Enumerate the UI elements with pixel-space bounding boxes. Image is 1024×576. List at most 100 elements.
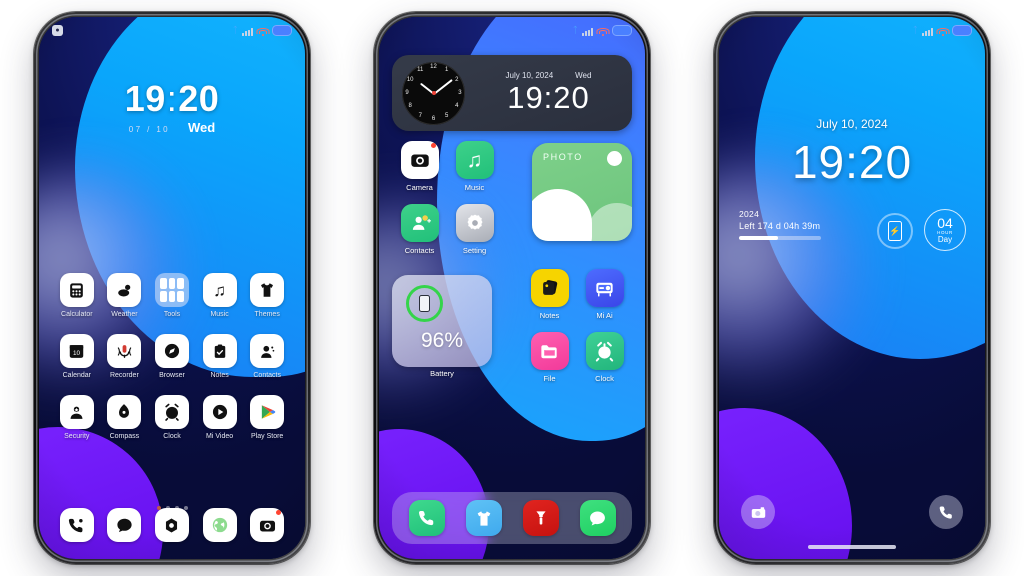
app-label: Contacts xyxy=(404,246,435,255)
app-music[interactable]: ♫ Music xyxy=(455,141,494,192)
tools-folder-icon xyxy=(154,273,189,307)
app-label: Contacts xyxy=(253,372,281,379)
battery-icon xyxy=(952,24,972,36)
photo-widget[interactable]: PHOTO xyxy=(532,143,632,241)
dock-phone-icon[interactable] xyxy=(408,500,445,536)
photo-widget-dot xyxy=(607,151,622,166)
signal-bars-icon xyxy=(922,27,933,36)
themes-tshirt-icon xyxy=(250,273,285,307)
app-browser[interactable]: Browser xyxy=(148,334,196,379)
app-tools[interactable]: Tools xyxy=(148,273,196,318)
widget-day: Wed xyxy=(575,70,592,80)
calculator-icon xyxy=(59,273,94,307)
signal-bars-icon xyxy=(242,27,253,36)
lock-date: July 10, 2024 xyxy=(816,117,888,131)
status-bar: ● ᛏ xyxy=(39,17,305,43)
home-indicator[interactable] xyxy=(808,545,896,549)
minute-hand xyxy=(432,79,453,95)
day-badge-label: Day xyxy=(937,235,953,245)
screen-home-clock[interactable]: ● ᛏ 19:20 07 / 10 Wed Calculator Weather… xyxy=(39,17,305,559)
weather-icon xyxy=(107,273,142,307)
app-mi-ai[interactable]: Mi Ai xyxy=(585,269,624,320)
dock xyxy=(392,492,632,544)
lock-camera-shortcut[interactable] xyxy=(741,495,775,529)
day-badge-number: 04 xyxy=(937,214,953,231)
app-clock[interactable]: Clock xyxy=(585,332,624,383)
app-calculator[interactable]: Calculator xyxy=(53,273,101,318)
alarm-clock-icon xyxy=(154,395,189,429)
app-contacts[interactable]: Contacts xyxy=(243,334,291,379)
music-note-icon: ♫ xyxy=(202,273,237,307)
app-label: Clock xyxy=(163,433,181,440)
battery-widget-label: Battery xyxy=(430,369,454,378)
dock-globe-icon[interactable] xyxy=(202,508,237,542)
recorder-microphone-icon xyxy=(107,334,142,368)
analog-clock: 12 1 2 3 4 5 6 7 8 9 10 11 xyxy=(402,61,465,125)
dock-flashlight-icon[interactable] xyxy=(522,500,559,536)
app-label: Clock xyxy=(595,374,614,383)
app-mi-video[interactable]: Mi Video xyxy=(196,395,244,440)
dock-phone-icon[interactable] xyxy=(59,508,94,542)
app-clock[interactable]: Clock xyxy=(148,395,196,440)
countdown-year: 2024 xyxy=(739,209,760,219)
widget-date: July 10, 2024 xyxy=(505,70,554,80)
person-badge-icon: ● xyxy=(52,24,63,36)
app-label: Music xyxy=(464,183,485,192)
photo-widget-title: PHOTO xyxy=(543,152,583,162)
dock-themes-icon[interactable] xyxy=(465,500,502,536)
app-weather[interactable]: Weather xyxy=(101,273,149,318)
app-calendar[interactable]: 10 Calendar xyxy=(53,334,101,379)
phone-lock-screen: ᛏ July 10, 2024 19:20 2024 Left 174 d 04… xyxy=(714,12,990,564)
app-file[interactable]: File xyxy=(530,332,569,383)
app-setting[interactable]: Setting xyxy=(455,204,494,255)
dock-settings-icon[interactable] xyxy=(154,508,189,542)
app-notes[interactable]: Notes xyxy=(530,269,569,320)
battery-ring xyxy=(406,285,443,322)
countdown-remaining: Left 174 d 04h 39m xyxy=(739,221,821,231)
dock-messages-icon[interactable] xyxy=(579,500,616,536)
app-label: Notes xyxy=(210,372,229,379)
clock-widget[interactable]: 19:20 07 / 10 Wed xyxy=(39,81,305,136)
screen-home-widgets[interactable]: ᛏ 12 1 2 3 4 5 6 7 8 9 10 11 July 10, 20… xyxy=(379,17,645,559)
contacts-add-icon xyxy=(400,204,439,242)
photo-widget-shape-white xyxy=(532,189,592,241)
lock-phone-shortcut[interactable] xyxy=(929,495,963,529)
app-label: Browser xyxy=(159,372,185,379)
screen-lock[interactable]: ᛏ July 10, 2024 19:20 2024 Left 174 d 04… xyxy=(719,17,985,559)
app-themes[interactable]: Themes xyxy=(243,273,291,318)
app-label: Tools xyxy=(163,311,181,318)
alarm-clock-icon xyxy=(585,332,624,370)
dock-messages-icon[interactable] xyxy=(107,508,142,542)
phone-charging-icon: ⚡ xyxy=(888,221,902,241)
app-contacts[interactable]: Contacts xyxy=(400,204,439,255)
calendar-icon: 10 xyxy=(59,334,94,368)
clock-day: Wed xyxy=(188,120,216,135)
app-recorder[interactable]: Recorder xyxy=(101,334,149,379)
day-badge-widget[interactable]: 04 HOUR Day xyxy=(924,209,966,251)
year-countdown-widget[interactable]: 2024 Left 174 d 04h 39m xyxy=(739,209,821,240)
security-shield-icon xyxy=(59,395,94,429)
app-label: Mi Video xyxy=(206,433,234,440)
notes-clipboard-icon xyxy=(202,334,237,368)
app-play-store[interactable]: Play Store xyxy=(243,395,291,440)
clock-center-pin xyxy=(431,91,436,95)
clock-widget-card[interactable]: 12 1 2 3 4 5 6 7 8 9 10 11 July 10, 2024… xyxy=(392,55,632,131)
battery-icon xyxy=(272,24,292,36)
battery-ring-widget[interactable]: ⚡ xyxy=(877,213,913,249)
app-music[interactable]: ♫ Music xyxy=(196,273,244,318)
app-security[interactable]: Security xyxy=(53,395,101,440)
wifi-icon xyxy=(936,27,949,36)
app-compass[interactable]: Compass xyxy=(101,395,149,440)
gear-icon xyxy=(455,204,494,242)
status-bar: ᛏ xyxy=(379,17,645,43)
app-camera[interactable]: Camera xyxy=(400,141,439,192)
app-notes[interactable]: Notes xyxy=(196,334,244,379)
play-store-icon xyxy=(250,395,285,429)
battery-widget[interactable]: 96% xyxy=(392,275,492,367)
app-label: Themes xyxy=(254,311,280,318)
bluetooth-icon: ᛏ xyxy=(232,24,238,35)
app-label: Play Store xyxy=(251,433,284,440)
app-grid-left: Camera ♫ Music Contacts Setting xyxy=(392,141,502,255)
dock-camera-icon[interactable] xyxy=(250,508,285,542)
mi-ai-icon xyxy=(585,269,624,307)
